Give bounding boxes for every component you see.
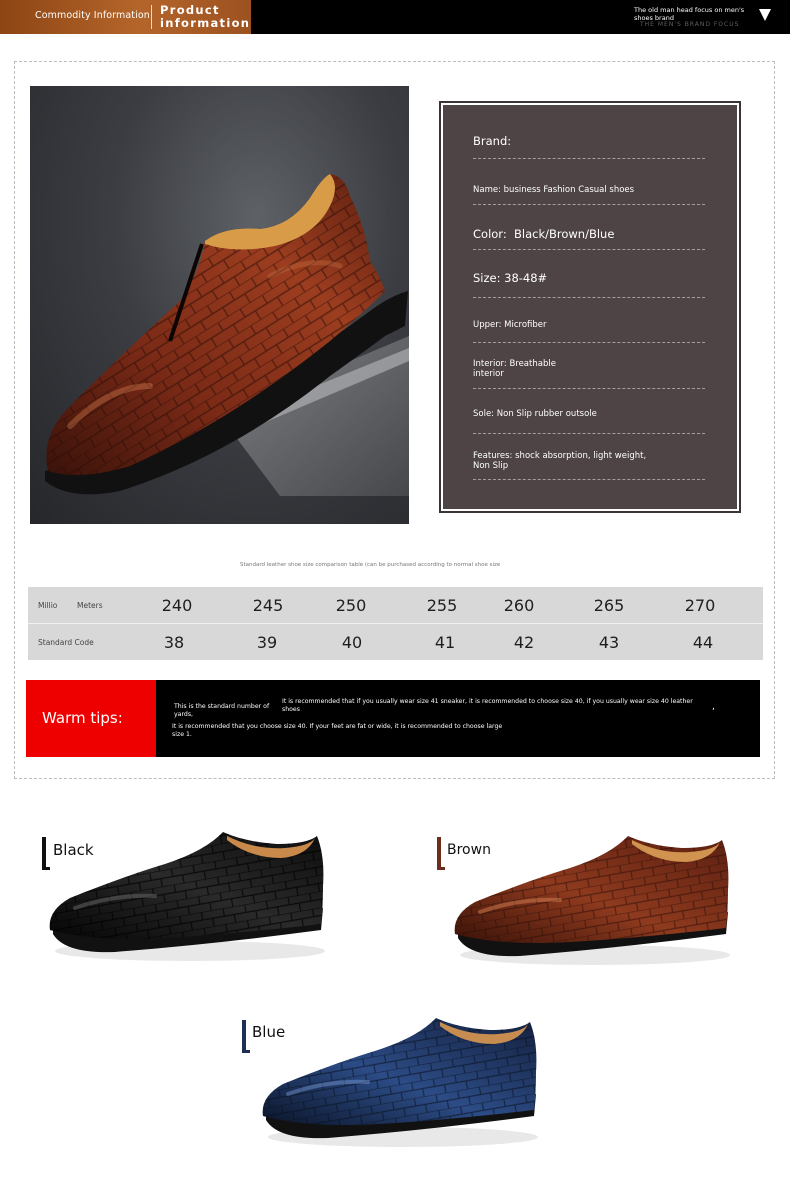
- spec-brand-label: Brand:: [473, 134, 512, 148]
- blue-variant-marker: [242, 1020, 246, 1053]
- spec-name: Name: business Fashion Casual shoes: [473, 185, 705, 205]
- size-cell-mm: 265: [593, 596, 625, 615]
- tab-divider: [151, 5, 152, 29]
- size-cell-mm: 250: [335, 596, 367, 615]
- spec-panel: Brand: Name: business Fashion Casual sho…: [443, 105, 737, 509]
- warm-tips-line2: It is recommended that you choose size 4…: [172, 723, 503, 738]
- spec-interior: Interior: Breathable interior: [473, 359, 573, 388]
- size-cell-mm: 255: [426, 596, 458, 615]
- hero-shoe-illustration: [45, 174, 409, 496]
- warm-tips-label-box: Warm tips:: [26, 680, 156, 757]
- black-shoe-image[interactable]: [45, 826, 330, 966]
- triangle-down-icon[interactable]: [759, 9, 771, 21]
- spec-size-label: Size:: [473, 271, 501, 285]
- size-cell-code: 38: [163, 633, 185, 652]
- spec-name-label: Name:: [473, 185, 501, 195]
- warm-tips-label: Warm tips:: [42, 709, 123, 727]
- row-label-standard-code: Standard Code: [38, 638, 94, 647]
- warm-tips-line1b: It is recommended that if you usually we…: [282, 698, 693, 713]
- size-cell-mm: 240: [161, 596, 193, 615]
- spec-sole-label: Sole:: [473, 409, 495, 419]
- size-row-standard-code: Standard Code 38 39 40 41 42 43 44: [28, 624, 763, 660]
- size-row-millimeters: Millio Meters 240 245 250 255 260 265 27…: [28, 587, 763, 623]
- size-cell-code: 40: [341, 633, 363, 652]
- spec-size-value: 38-48#: [504, 271, 548, 285]
- warm-tips-line1a: This is the standard number of yards,: [174, 703, 270, 718]
- tab-commodity-label: Commodity Information: [35, 10, 150, 21]
- warm-tips-banner: Warm tips: This is the standard number o…: [26, 680, 760, 757]
- spec-interior-underline: [473, 388, 705, 389]
- size-cell-mm: 270: [684, 596, 716, 615]
- row-label-meters: Meters: [77, 601, 103, 610]
- hero-shoe-image: [30, 86, 409, 524]
- brown-variant-marker: [437, 837, 441, 870]
- size-cell-code: 42: [513, 633, 535, 652]
- spec-name-value: business Fashion Casual shoes: [503, 185, 635, 195]
- spec-sole: Sole: Non Slip rubber outsole: [473, 409, 705, 434]
- tab-product-information[interactable]: Product information: [160, 4, 250, 30]
- warm-tips-comma: ,: [712, 702, 715, 712]
- brand-watermark: THE MEN'S BRAND FOCUS: [640, 21, 740, 28]
- spec-color: Color: Black/Brown/Blue: [473, 227, 705, 250]
- blue-variant-tick: [242, 1050, 250, 1053]
- size-cell-code: 44: [692, 633, 714, 652]
- spec-upper-label: Upper:: [473, 320, 502, 330]
- size-cell-code: 41: [434, 633, 456, 652]
- blue-shoe-image[interactable]: [258, 1012, 543, 1152]
- spec-size: Size: 38-48#: [473, 271, 705, 298]
- spec-color-value: Black/Brown/Blue: [514, 227, 615, 241]
- spec-sole-value: Non Slip rubber outsole: [496, 409, 597, 419]
- spec-features: Features: shock absorption, light weight…: [473, 451, 705, 480]
- spec-color-label: Color:: [473, 227, 507, 241]
- size-cell-mm: 260: [503, 596, 535, 615]
- size-table: Millio Meters 240 245 250 255 260 265 27…: [28, 587, 763, 660]
- size-cell-code: 39: [256, 633, 278, 652]
- tab-commodity-information[interactable]: Commodity Information Product informatio…: [0, 0, 251, 34]
- size-cell-mm: 245: [252, 596, 284, 615]
- spec-interior-label: Interior:: [473, 359, 507, 369]
- row-label-millio: Millio: [38, 601, 58, 610]
- spec-features-label: Features:: [473, 451, 513, 461]
- spec-brand: Brand:: [473, 134, 705, 159]
- spec-upper: Upper: Microfiber: [473, 320, 705, 343]
- size-table-caption: Standard leather shoe size comparison ta…: [240, 562, 501, 568]
- size-cell-code: 43: [598, 633, 620, 652]
- top-header-bar: Commodity Information Product informatio…: [0, 0, 790, 34]
- brown-shoe-image[interactable]: [450, 830, 735, 970]
- brown-variant-tick: [437, 867, 445, 870]
- brand-tagline: The old man head focus on men's shoes br…: [634, 6, 745, 22]
- spec-upper-value: Microfiber: [504, 320, 547, 330]
